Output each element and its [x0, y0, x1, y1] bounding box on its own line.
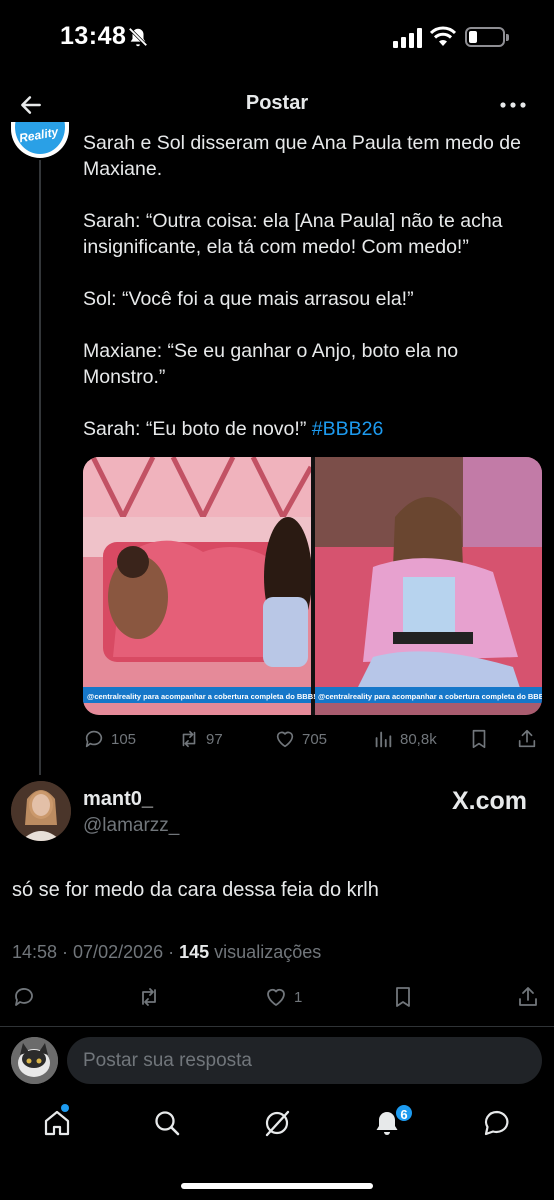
repost-action[interactable] [137, 982, 161, 1012]
reply-views-label: visualizações [209, 942, 322, 962]
status-time: 13:48 [60, 22, 127, 50]
more-options-icon[interactable] [498, 92, 528, 118]
reply-views-count: 145 [179, 942, 210, 962]
bell-muted-icon [128, 27, 148, 47]
x-logo: X.com [452, 787, 528, 815]
post-text: Sarah e Sol disseram que Ana Paula tem m… [83, 130, 543, 442]
share-icon [519, 987, 537, 1006]
avatar[interactable] [11, 781, 71, 841]
reply-icon [15, 988, 33, 1006]
reply-action[interactable] [12, 982, 36, 1012]
cellular-signal-icon [393, 28, 422, 48]
home-indicator [181, 1183, 373, 1189]
thread-line [39, 160, 41, 775]
user-avatar[interactable] [11, 1037, 58, 1084]
reply-author-handle[interactable]: @lamarzz_ [83, 815, 179, 837]
post-media-image[interactable]: @centralreality para acompanhar a cobert… [83, 457, 542, 715]
reply-timestamp: 14:58 · 07/02/2026 · [12, 942, 180, 962]
views-count: 80,8k [400, 730, 437, 748]
top-bar: Postar [0, 80, 554, 130]
reply-compose-input[interactable]: Postar sua resposta [67, 1037, 542, 1084]
divider [0, 1026, 554, 1027]
reply-icon [85, 730, 103, 748]
author-avatar[interactable]: Reality [11, 122, 69, 158]
reply-like-count: 1 [294, 988, 303, 1006]
post-body: Sarah e Sol disseram que Ana Paula tem m… [83, 132, 521, 440]
repost-icon [182, 730, 196, 748]
bookmark-icon [472, 729, 486, 749]
notifications-badge: 6 [394, 1103, 414, 1123]
search-icon [155, 1111, 180, 1136]
tab-search[interactable] [152, 1108, 182, 1138]
media-caption-right: @centralreality para acompanhar a cobert… [318, 692, 542, 701]
views-chart-icon [375, 731, 392, 748]
share-action[interactable] [516, 982, 540, 1012]
views-action[interactable]: 80,8k [372, 724, 437, 754]
bookmark-action[interactable] [468, 724, 490, 754]
share-icon [518, 729, 536, 748]
reply-meta: 14:58 · 07/02/2026 · 145 visualizações [12, 942, 321, 963]
compose-placeholder: Postar sua resposta [83, 1050, 252, 1071]
reply-action[interactable]: 105 [83, 724, 136, 754]
like-action[interactable]: 705 [274, 724, 327, 754]
media-caption-left: @centralreality para acompanhar a cobert… [87, 692, 316, 701]
messages-icon [484, 1110, 509, 1136]
reply-count: 105 [111, 730, 137, 748]
bookmark-icon [396, 987, 410, 1007]
post-actions: 105 97 705 80,8k [83, 724, 543, 754]
wifi-icon [430, 26, 456, 46]
tab-home[interactable] [42, 1108, 72, 1138]
page-title: Postar [245, 92, 309, 114]
heart-icon [276, 731, 294, 748]
home-icon [44, 1110, 70, 1136]
repost-count: 97 [206, 730, 223, 748]
repost-icon [142, 988, 156, 1006]
battery-icon [465, 27, 509, 47]
share-action[interactable] [516, 724, 538, 754]
bookmark-action[interactable] [391, 982, 415, 1012]
reply-actions: 1 [12, 982, 542, 1014]
repost-action[interactable]: 97 [178, 724, 223, 754]
bottom-tab-bar [0, 1098, 554, 1158]
like-action[interactable]: 1 [264, 982, 302, 1012]
tab-messages[interactable] [482, 1108, 512, 1138]
reply-author-name[interactable]: mant0_ [83, 788, 153, 811]
home-unread-dot [61, 1104, 69, 1112]
reply-text: só se for medo da cara dessa feia do krl… [12, 879, 379, 901]
hashtag-link[interactable]: #BBB26 [312, 418, 384, 440]
heart-icon [267, 988, 285, 1006]
grok-icon [265, 1110, 290, 1137]
tab-grok[interactable] [262, 1108, 292, 1138]
like-count: 705 [302, 730, 328, 748]
status-bar: 13:48 [0, 0, 554, 76]
